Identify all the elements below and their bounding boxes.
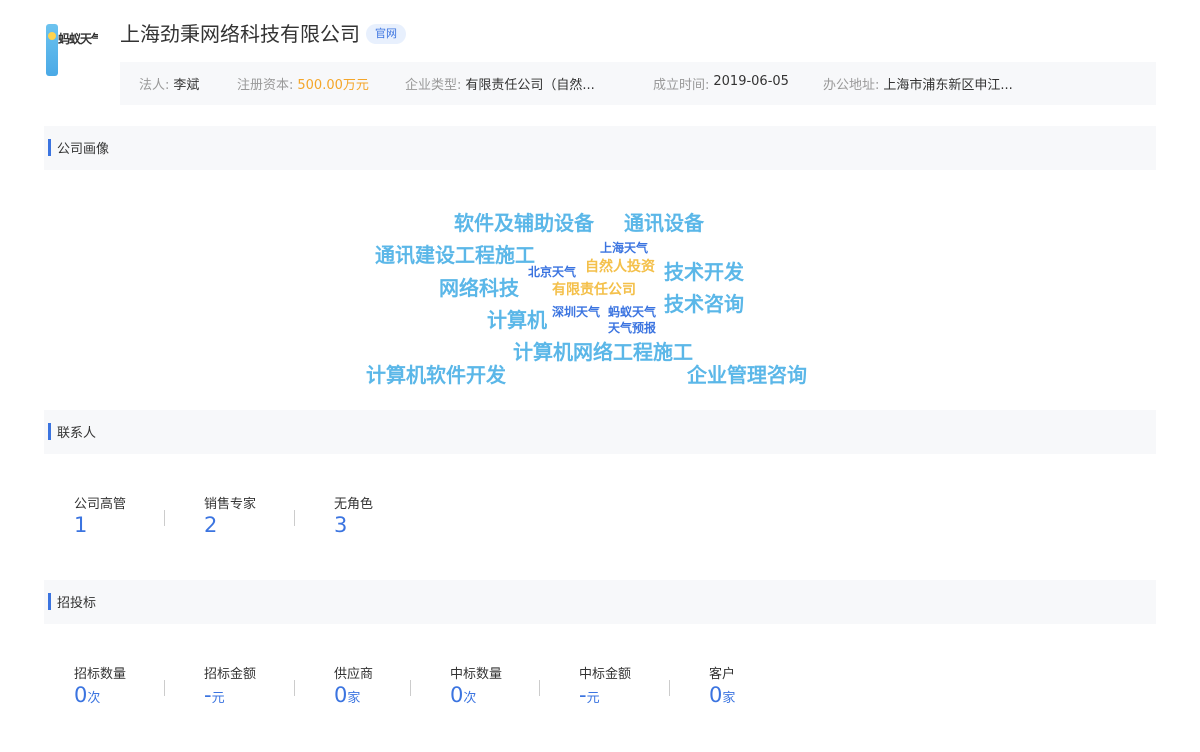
- word-cloud-tag: 计算机软件开发: [366, 363, 506, 387]
- company-type: 企业类型: 有限责任公司（自然...: [405, 74, 629, 93]
- word-cloud-tag: 网络科技: [439, 276, 519, 300]
- stat-win-amount[interactable]: 中标金额 -元: [579, 663, 631, 707]
- stat-label: 客户: [709, 667, 736, 682]
- word-cloud-tag: 蚂蚁天气: [608, 305, 657, 319]
- stat-number: 0: [709, 683, 723, 707]
- info-label: 注册资本:: [237, 78, 294, 93]
- stat-label: 公司高管: [74, 497, 127, 512]
- legal-person: 法人: 李斌: [139, 74, 213, 93]
- registered-capital: 注册资本: 500.00万元: [237, 74, 381, 93]
- stat-win-count[interactable]: 中标数量 0次: [450, 663, 502, 707]
- company-info-bar: 法人: 李斌 注册资本: 500.00万元 企业类型: 有限责任公司（自然...…: [120, 62, 1156, 105]
- info-label: 成立时间:: [653, 78, 710, 93]
- word-cloud-tag: 通讯设备: [624, 211, 704, 235]
- company-logo: 蚂蚁天气预报: [46, 22, 98, 78]
- word-cloud-tag: 软件及辅助设备: [454, 211, 594, 235]
- stat-value: 3: [334, 513, 348, 537]
- stat-value: 0次: [450, 683, 502, 707]
- stat-number: -: [204, 683, 212, 707]
- stat-value: 1: [74, 513, 88, 537]
- word-cloud-tag: 计算机: [487, 308, 547, 332]
- section-company-portrait: 公司画像: [44, 126, 1156, 170]
- divider: [294, 680, 295, 696]
- divider: [539, 680, 540, 696]
- info-label: 企业类型:: [405, 78, 462, 93]
- stat-value: 0家: [334, 683, 373, 707]
- divider: [164, 680, 165, 696]
- divider: [294, 510, 295, 526]
- stat-unit: 次: [87, 691, 101, 706]
- stat-suppliers[interactable]: 供应商 0家: [334, 663, 373, 707]
- official-site-badge[interactable]: 官网: [366, 24, 406, 44]
- stat-unit: 元: [211, 691, 225, 706]
- stat-unit: 家: [722, 691, 736, 706]
- stat-unit: 元: [586, 691, 600, 706]
- section-marker: [48, 593, 51, 610]
- info-label: 办公地址:: [823, 78, 880, 93]
- stat-no-role[interactable]: 无角色 3: [334, 493, 373, 537]
- stat-value: 0次: [74, 683, 126, 707]
- word-cloud-tag: 企业管理咨询: [687, 363, 807, 387]
- section-contacts: 联系人: [44, 410, 1156, 454]
- contacts-stats: 公司高管 1 销售专家 2 无角色 3: [74, 493, 474, 543]
- bidding-stats: 招标数量 0次 招标金额 -元 供应商 0家 中标数量 0次 中标金额 -元 客…: [74, 663, 794, 713]
- info-value: 李斌: [173, 78, 200, 93]
- info-value: 2019-06-05: [713, 74, 789, 89]
- stat-value: 0家: [709, 683, 735, 707]
- stat-value: 2: [204, 513, 218, 537]
- stat-tender-count[interactable]: 招标数量 0次: [74, 663, 126, 707]
- company-name: 上海劲秉网络科技有限公司: [120, 22, 360, 46]
- stat-unit: 家: [347, 691, 361, 706]
- stat-unit: 次: [463, 691, 477, 706]
- word-cloud-tag: 自然人投资: [585, 259, 655, 275]
- stat-label: 无角色: [334, 497, 374, 512]
- word-cloud-tag: 技术咨询: [664, 292, 744, 316]
- stat-label: 招标金额: [204, 667, 257, 682]
- word-cloud: 软件及辅助设备 通讯设备 通讯建设工程施工 上海天气 北京天气 自然人投资 技术…: [0, 170, 1200, 400]
- word-cloud-tag: 深圳天气: [552, 305, 601, 319]
- office-address: 办公地址: 上海市浦东新区申江...: [823, 74, 1013, 93]
- word-cloud-tag: 天气预报: [608, 321, 657, 335]
- section-title: 公司画像: [57, 142, 110, 157]
- info-value: 有限责任公司（自然...: [465, 78, 595, 93]
- section-bidding: 招投标: [44, 580, 1156, 624]
- word-cloud-tag: 上海天气: [600, 241, 649, 255]
- logo-text: 蚂蚁天气预报: [58, 32, 98, 46]
- divider: [410, 680, 411, 696]
- stat-number: -: [579, 683, 587, 707]
- info-value: 上海市浦东新区申江...: [883, 78, 1013, 93]
- divider: [164, 510, 165, 526]
- stat-label: 中标金额: [579, 667, 632, 682]
- info-value: 500.00万元: [297, 78, 369, 93]
- stat-number: 0: [334, 683, 348, 707]
- word-cloud-tag: 通讯建设工程施工: [375, 243, 535, 267]
- word-cloud-tag: 有限责任公司: [552, 282, 636, 298]
- stat-value: -元: [579, 683, 631, 707]
- info-label: 法人:: [139, 78, 170, 93]
- section-marker: [48, 423, 51, 440]
- stat-tender-amount[interactable]: 招标金额 -元: [204, 663, 256, 707]
- stat-number: 0: [450, 683, 464, 707]
- stat-label: 供应商: [334, 667, 374, 682]
- stat-executives[interactable]: 公司高管 1: [74, 493, 126, 537]
- divider: [669, 680, 670, 696]
- word-cloud-tag: 计算机网络工程施工: [513, 340, 693, 364]
- stat-label: 销售专家: [204, 497, 257, 512]
- stat-label: 招标数量: [74, 667, 127, 682]
- section-marker: [48, 139, 51, 156]
- stat-customers[interactable]: 客户 0家: [709, 663, 735, 707]
- stat-sales-experts[interactable]: 销售专家 2: [204, 493, 256, 537]
- stat-number: 0: [74, 683, 88, 707]
- word-cloud-tag: 技术开发: [664, 260, 744, 284]
- stat-label: 中标数量: [450, 667, 503, 682]
- section-title: 招投标: [57, 596, 97, 611]
- word-cloud-tag: 北京天气: [528, 265, 577, 279]
- stat-value: -元: [204, 683, 256, 707]
- logo-sun-icon: [48, 32, 56, 40]
- section-title: 联系人: [57, 426, 97, 441]
- founded-date: 成立时间: 2019-06-05: [653, 74, 799, 93]
